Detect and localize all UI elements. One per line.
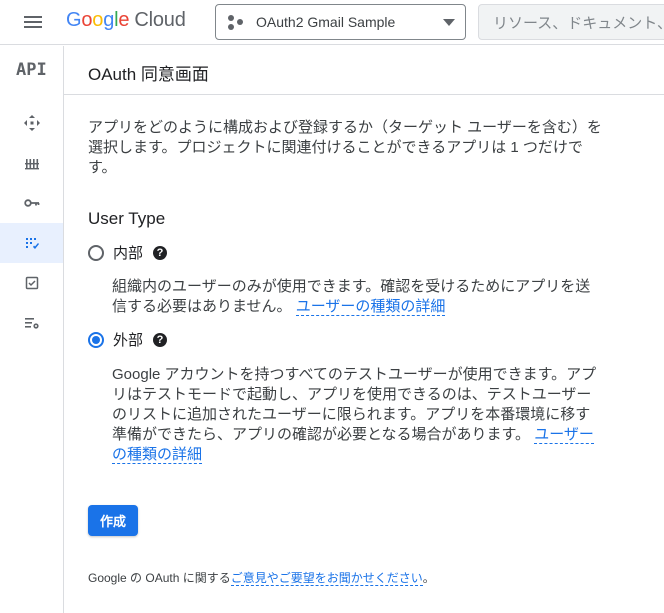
- search-input[interactable]: リソース、ドキュメント、: [478, 4, 664, 40]
- radio-internal-button[interactable]: [88, 244, 104, 261]
- radio-external[interactable]: 外部 ?: [88, 329, 168, 350]
- sidebar: API: [0, 46, 64, 613]
- sidebar-item-library[interactable]: [0, 143, 63, 183]
- divider: [64, 94, 664, 95]
- create-button[interactable]: 作成: [88, 505, 138, 536]
- checkbox-icon: [25, 276, 38, 290]
- top-bar: Google Cloud OAuth2 Gmail Sample リソース、ドキュ…: [0, 0, 664, 45]
- feedback-suffix: 。: [422, 571, 435, 585]
- api-logo: API: [16, 60, 47, 80]
- sidebar-item-consent-screen[interactable]: [0, 223, 63, 263]
- settings-list-icon: [24, 318, 39, 329]
- main-content: OAuth 同意画面 アプリをどのように構成および登録するか（ターゲット ユーザ…: [64, 46, 664, 613]
- radio-internal[interactable]: 内部 ?: [88, 242, 168, 263]
- internal-user-type-link[interactable]: ユーザーの種類の詳細: [295, 298, 446, 316]
- project-selector[interactable]: OAuth2 Gmail Sample: [215, 4, 466, 40]
- library-icon: [24, 159, 39, 170]
- project-dots-icon: [228, 13, 246, 31]
- sidebar-item-verification[interactable]: [0, 263, 63, 303]
- external-description: Google アカウントを持つすべてのテストユーザーが使用できます。アプリはテス…: [112, 365, 602, 465]
- project-name: OAuth2 Gmail Sample: [256, 14, 396, 30]
- internal-description: 組織内のユーザーのみが使用できます。確認を受けるためにアプリを送信する必要はあり…: [112, 277, 602, 317]
- sidebar-item-settings[interactable]: [0, 303, 63, 343]
- radio-external-button[interactable]: [88, 331, 104, 348]
- sidebar-item-dashboard[interactable]: [0, 103, 63, 143]
- feedback-link[interactable]: ご意見やご要望をお聞かせください: [230, 571, 423, 586]
- feedback-line: Google の OAuth に関するご意見やご要望をお聞かせください。: [88, 569, 435, 586]
- user-type-heading: User Type: [88, 209, 166, 228]
- sidebar-item-credentials[interactable]: [0, 183, 63, 223]
- search-placeholder: リソース、ドキュメント、: [493, 14, 664, 32]
- chevron-down-icon: [443, 18, 455, 26]
- hamburger-menu-icon[interactable]: [22, 13, 44, 31]
- radio-external-label: 外部: [113, 332, 144, 349]
- external-description-text: Google アカウントを持つすべてのテストユーザーが使用できます。アプリはテス…: [112, 366, 597, 443]
- key-icon: [23, 199, 39, 207]
- feedback-prefix: Google の OAuth に関する: [88, 571, 231, 585]
- page-title: OAuth 同意画面: [88, 65, 209, 84]
- dashboard-icon: [23, 115, 40, 131]
- google-cloud-logo[interactable]: Google Cloud: [66, 9, 186, 32]
- consent-screen-icon: [25, 238, 39, 249]
- intro-text: アプリをどのように構成および登録するか（ターゲット ユーザーを含む）を選択します…: [88, 119, 602, 176]
- radio-internal-label: 内部: [113, 245, 144, 262]
- help-icon[interactable]: ?: [153, 332, 168, 347]
- help-icon[interactable]: ?: [153, 245, 168, 260]
